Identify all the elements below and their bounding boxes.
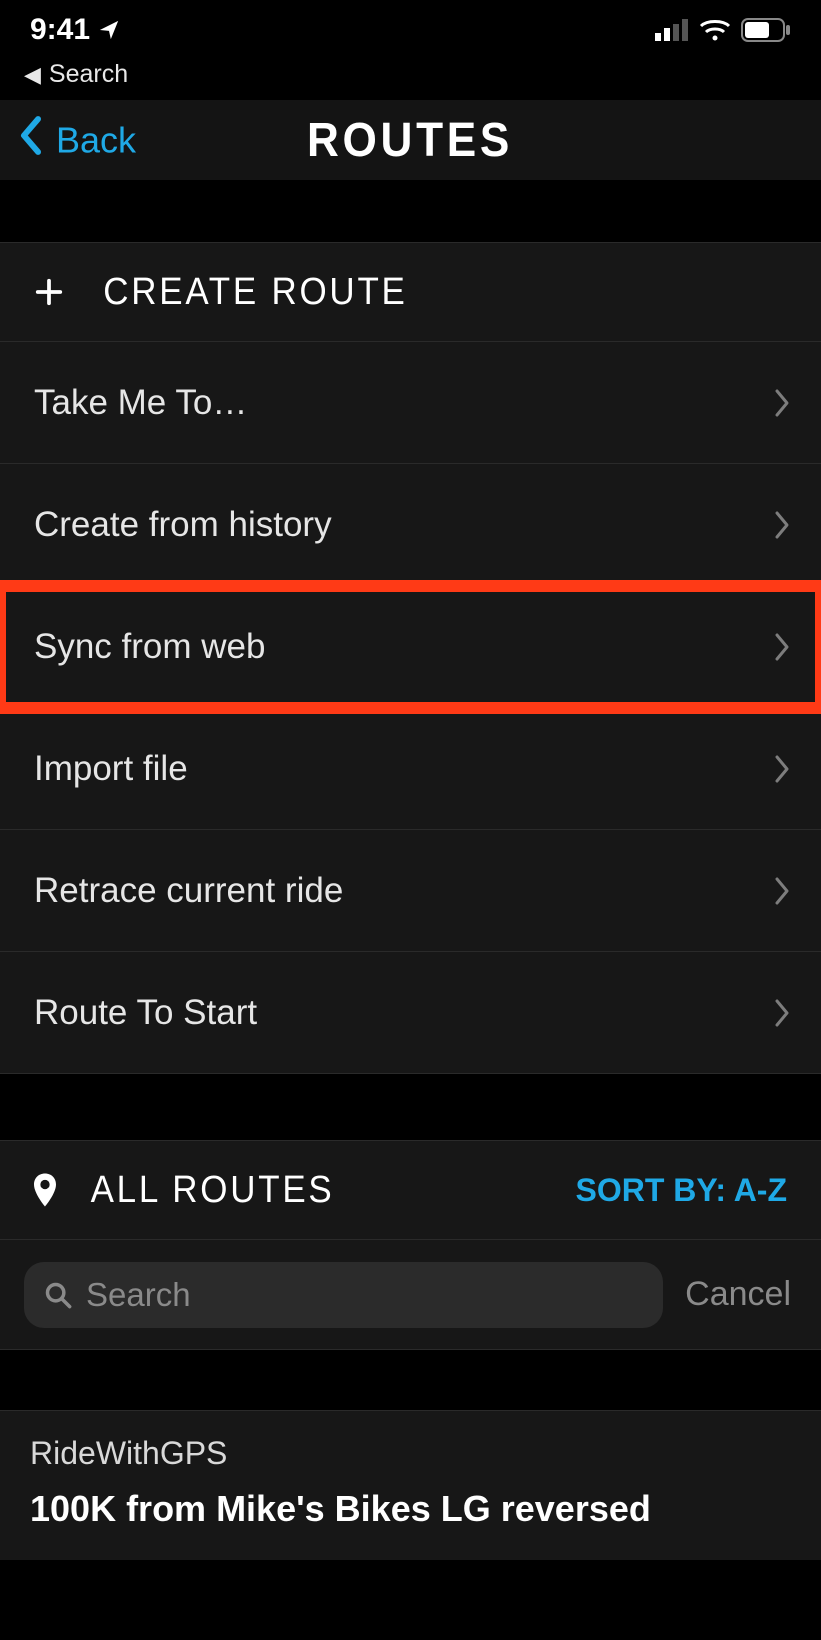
create-route-header: CREATE ROUTE — [0, 242, 821, 342]
chevron-right-icon — [773, 876, 791, 906]
search-field[interactable] — [24, 1262, 663, 1328]
search-row: Cancel — [0, 1240, 821, 1350]
route-source-label: RideWithGPS — [30, 1435, 791, 1472]
chevron-left-icon — [18, 116, 44, 165]
plus-icon — [34, 277, 64, 307]
all-routes-header: ALL ROUTES SORT BY: A-Z — [0, 1140, 821, 1240]
route-list-item[interactable]: RideWithGPS 100K from Mike's Bikes LG re… — [0, 1410, 821, 1560]
spacer — [0, 1074, 821, 1140]
spacer — [0, 1350, 821, 1410]
wifi-icon — [699, 18, 731, 42]
chevron-right-icon — [773, 388, 791, 418]
chevron-right-icon — [773, 510, 791, 540]
menu-item-sync-from-web[interactable]: Sync from web — [0, 586, 821, 708]
nav-header: Back ROUTES — [0, 100, 821, 180]
back-button[interactable]: Back — [18, 116, 136, 165]
menu-item-create-from-history[interactable]: Create from history — [0, 464, 821, 586]
chevron-right-icon — [773, 632, 791, 662]
menu-item-retrace-current-ride[interactable]: Retrace current ride — [0, 830, 821, 952]
menu-item-label: Take Me To… — [34, 383, 247, 423]
chevron-right-icon — [773, 998, 791, 1028]
page-title: ROUTES — [307, 113, 513, 168]
chevron-right-icon — [773, 754, 791, 784]
route-title: 100K from Mike's Bikes LG reversed — [30, 1488, 791, 1530]
menu-item-label: Route To Start — [34, 993, 257, 1033]
back-label: Back — [56, 119, 136, 161]
menu-item-label: Sync from web — [34, 627, 265, 667]
breadcrumb[interactable]: ◀ Search — [0, 60, 821, 100]
all-routes-left: ALL ROUTES — [34, 1169, 345, 1212]
spacer — [0, 180, 821, 242]
menu-item-label: Create from history — [34, 505, 332, 545]
location-arrow-icon — [98, 19, 120, 41]
status-left: 9:41 — [30, 13, 120, 47]
menu-item-label: Import file — [34, 749, 188, 789]
pin-icon — [34, 1173, 56, 1207]
sort-by-button[interactable]: SORT BY: A-Z — [575, 1172, 787, 1209]
all-routes-title: ALL ROUTES — [91, 1169, 335, 1212]
breadcrumb-label: Search — [49, 60, 128, 89]
search-input[interactable] — [86, 1276, 643, 1314]
search-icon — [44, 1281, 72, 1309]
status-bar: 9:41 — [0, 0, 821, 60]
status-time: 9:41 — [30, 13, 90, 47]
menu-item-import-file[interactable]: Import file — [0, 708, 821, 830]
menu-item-route-to-start[interactable]: Route To Start — [0, 952, 821, 1074]
cellular-signal-icon — [655, 19, 689, 41]
create-route-title: CREATE ROUTE — [103, 271, 407, 314]
menu-item-take-me-to[interactable]: Take Me To… — [0, 342, 821, 464]
battery-icon — [741, 18, 791, 42]
cancel-button[interactable]: Cancel — [685, 1275, 791, 1314]
breadcrumb-back-icon: ◀ — [24, 62, 41, 88]
menu-item-label: Retrace current ride — [34, 871, 343, 911]
status-right — [655, 18, 791, 42]
